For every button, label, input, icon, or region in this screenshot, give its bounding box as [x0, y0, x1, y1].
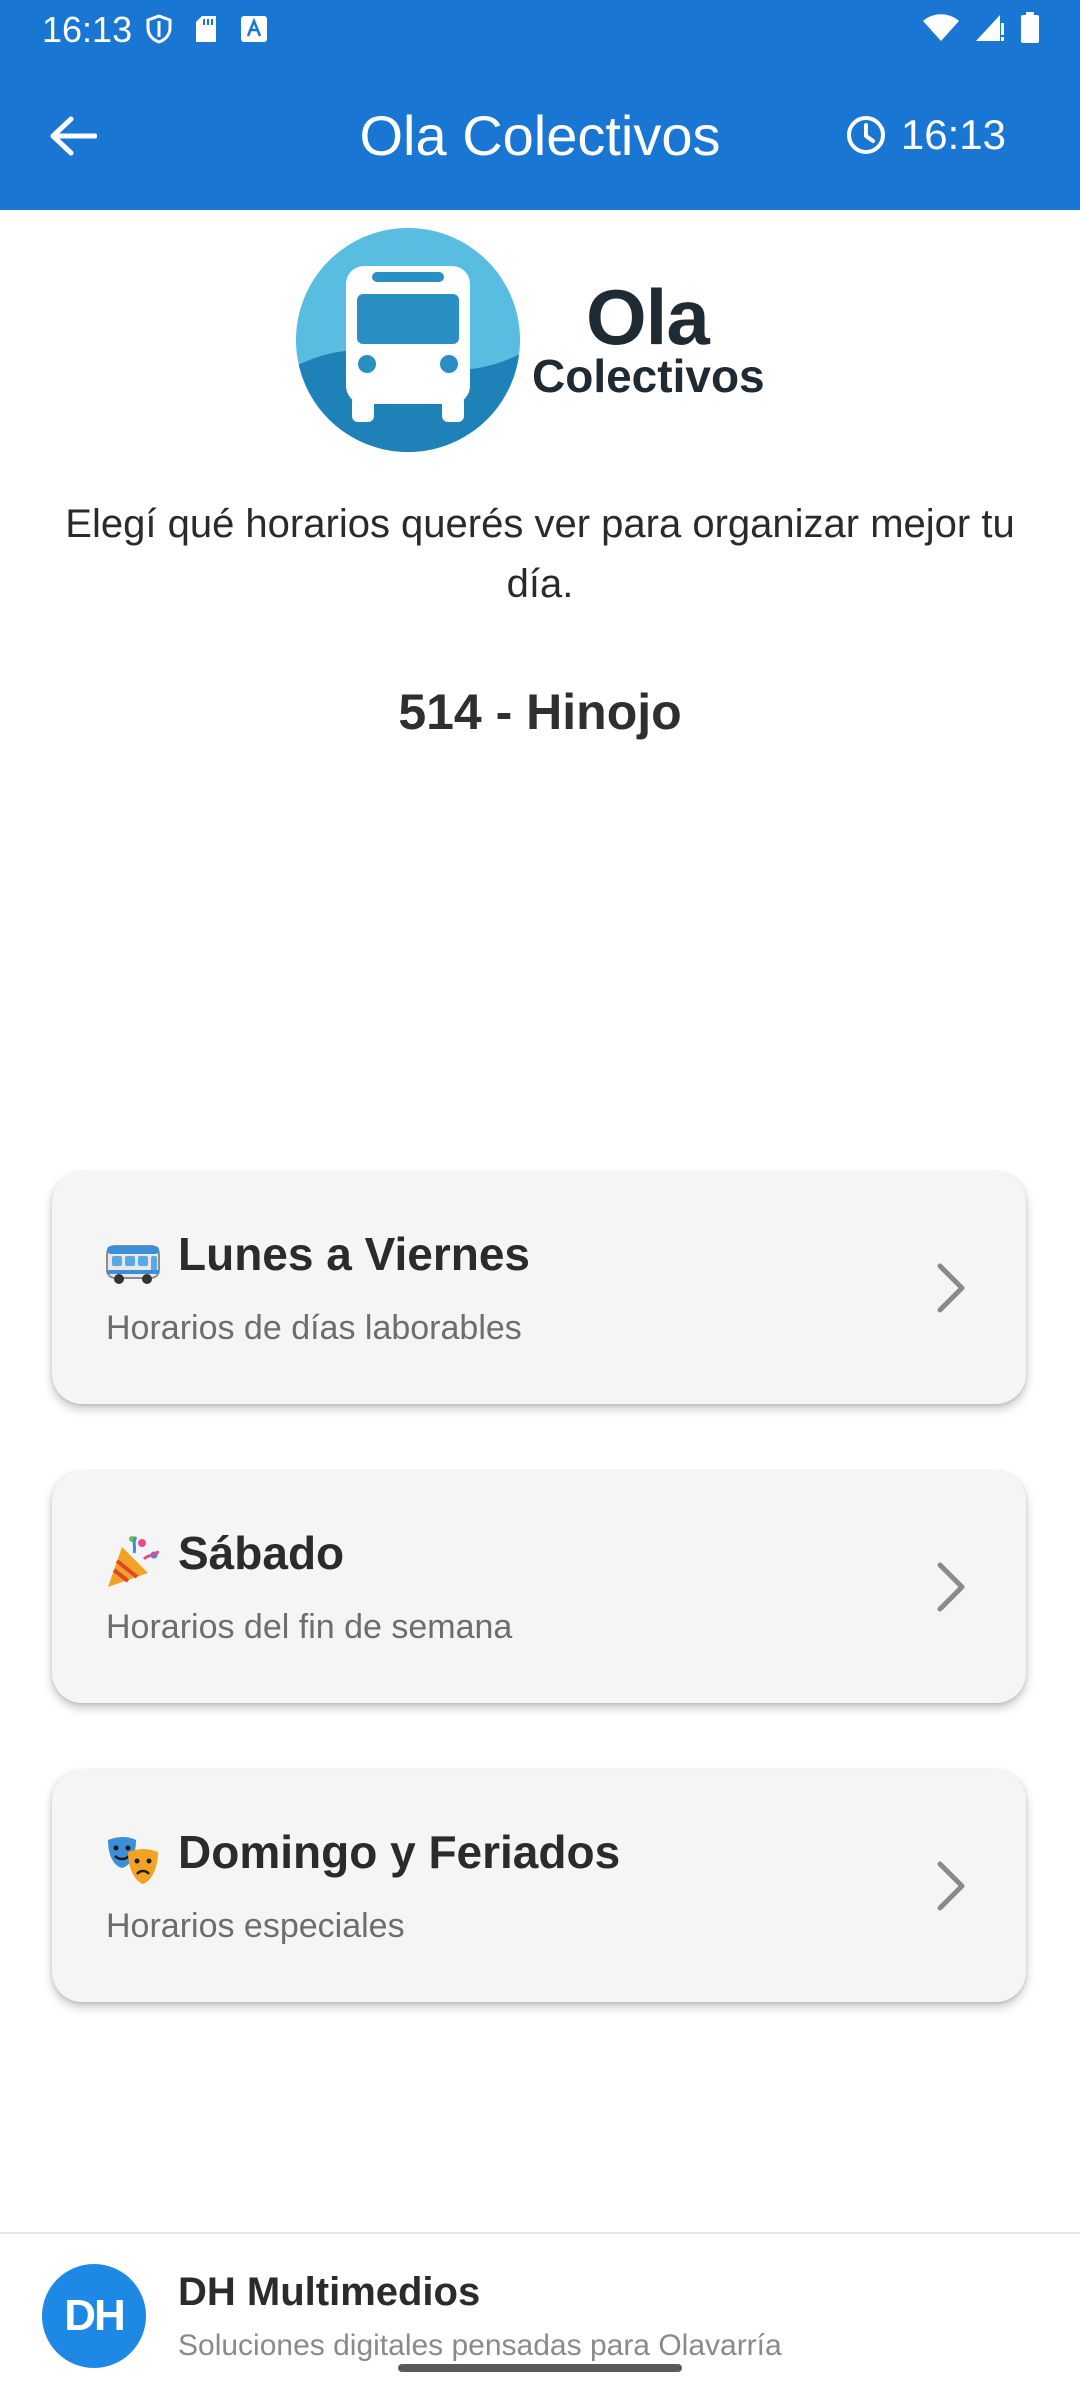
intro-text: Elegí qué horarios querés ver para organ…: [65, 502, 1015, 606]
sd-card-icon: [196, 16, 216, 42]
status-bar: 16:13: [0, 0, 1080, 62]
clock-icon: [846, 116, 885, 154]
card-title: Domingo y Feriados: [178, 1826, 621, 1878]
card-subtitle: Horarios del fin de semana: [106, 1608, 513, 1646]
saturday-schedule-card[interactable]: Sábado Horarios del fin de semana: [52, 1471, 1026, 1703]
card-subtitle: Horarios especiales: [106, 1907, 405, 1945]
clock-time: 16:13: [900, 111, 1006, 158]
gesture-navigation-bar[interactable]: [398, 2364, 682, 2372]
chevron-right-icon: [937, 1562, 965, 1612]
keyboard-a-icon: [241, 16, 267, 42]
shield-icon: [146, 14, 172, 44]
footer-tagline: Soluciones digitales pensadas para Olava…: [178, 2329, 782, 2362]
wifi-icon: [923, 14, 959, 41]
chevron-right-icon: [937, 1263, 965, 1313]
weekday-schedule-card[interactable]: Lunes a Viernes Horarios de días laborab…: [52, 1172, 1026, 1404]
card-subtitle: Horarios de días laborables: [106, 1309, 522, 1347]
status-time: 16:13: [42, 9, 133, 50]
chevron-right-icon: [937, 1861, 965, 1911]
ola-colectivos-logo: Ola Colectivos: [296, 228, 786, 454]
app-bar: Ola Colectivos 16:13: [0, 62, 1080, 210]
sunday-holiday-schedule-card[interactable]: Domingo y Feriados Horarios especiales: [52, 1770, 1026, 2002]
bus-icon: [296, 228, 520, 452]
bus-emoji: [106, 1245, 160, 1284]
footer-divider: [0, 2232, 1080, 2234]
card-title: Sábado: [178, 1527, 345, 1579]
status-right-icons: [922, 12, 1040, 44]
battery-icon: [1021, 12, 1039, 43]
logo-word-colectivos: Colectivos: [532, 350, 765, 402]
dh-logo[interactable]: DH: [42, 2264, 146, 2368]
cell-signal-icon: [976, 15, 1004, 41]
current-time: 16:13: [845, 110, 1006, 160]
route-name: 514 - Hinojo: [398, 684, 682, 740]
card-title: Lunes a Viernes: [178, 1228, 530, 1280]
status-left-icons: [146, 14, 268, 44]
party-popper-emoji: [108, 1536, 160, 1587]
logo-word-ola: Ola: [586, 273, 710, 361]
footer-company-name[interactable]: DH Multimedios: [178, 2268, 480, 2316]
theater-masks-emoji: [108, 1837, 158, 1884]
